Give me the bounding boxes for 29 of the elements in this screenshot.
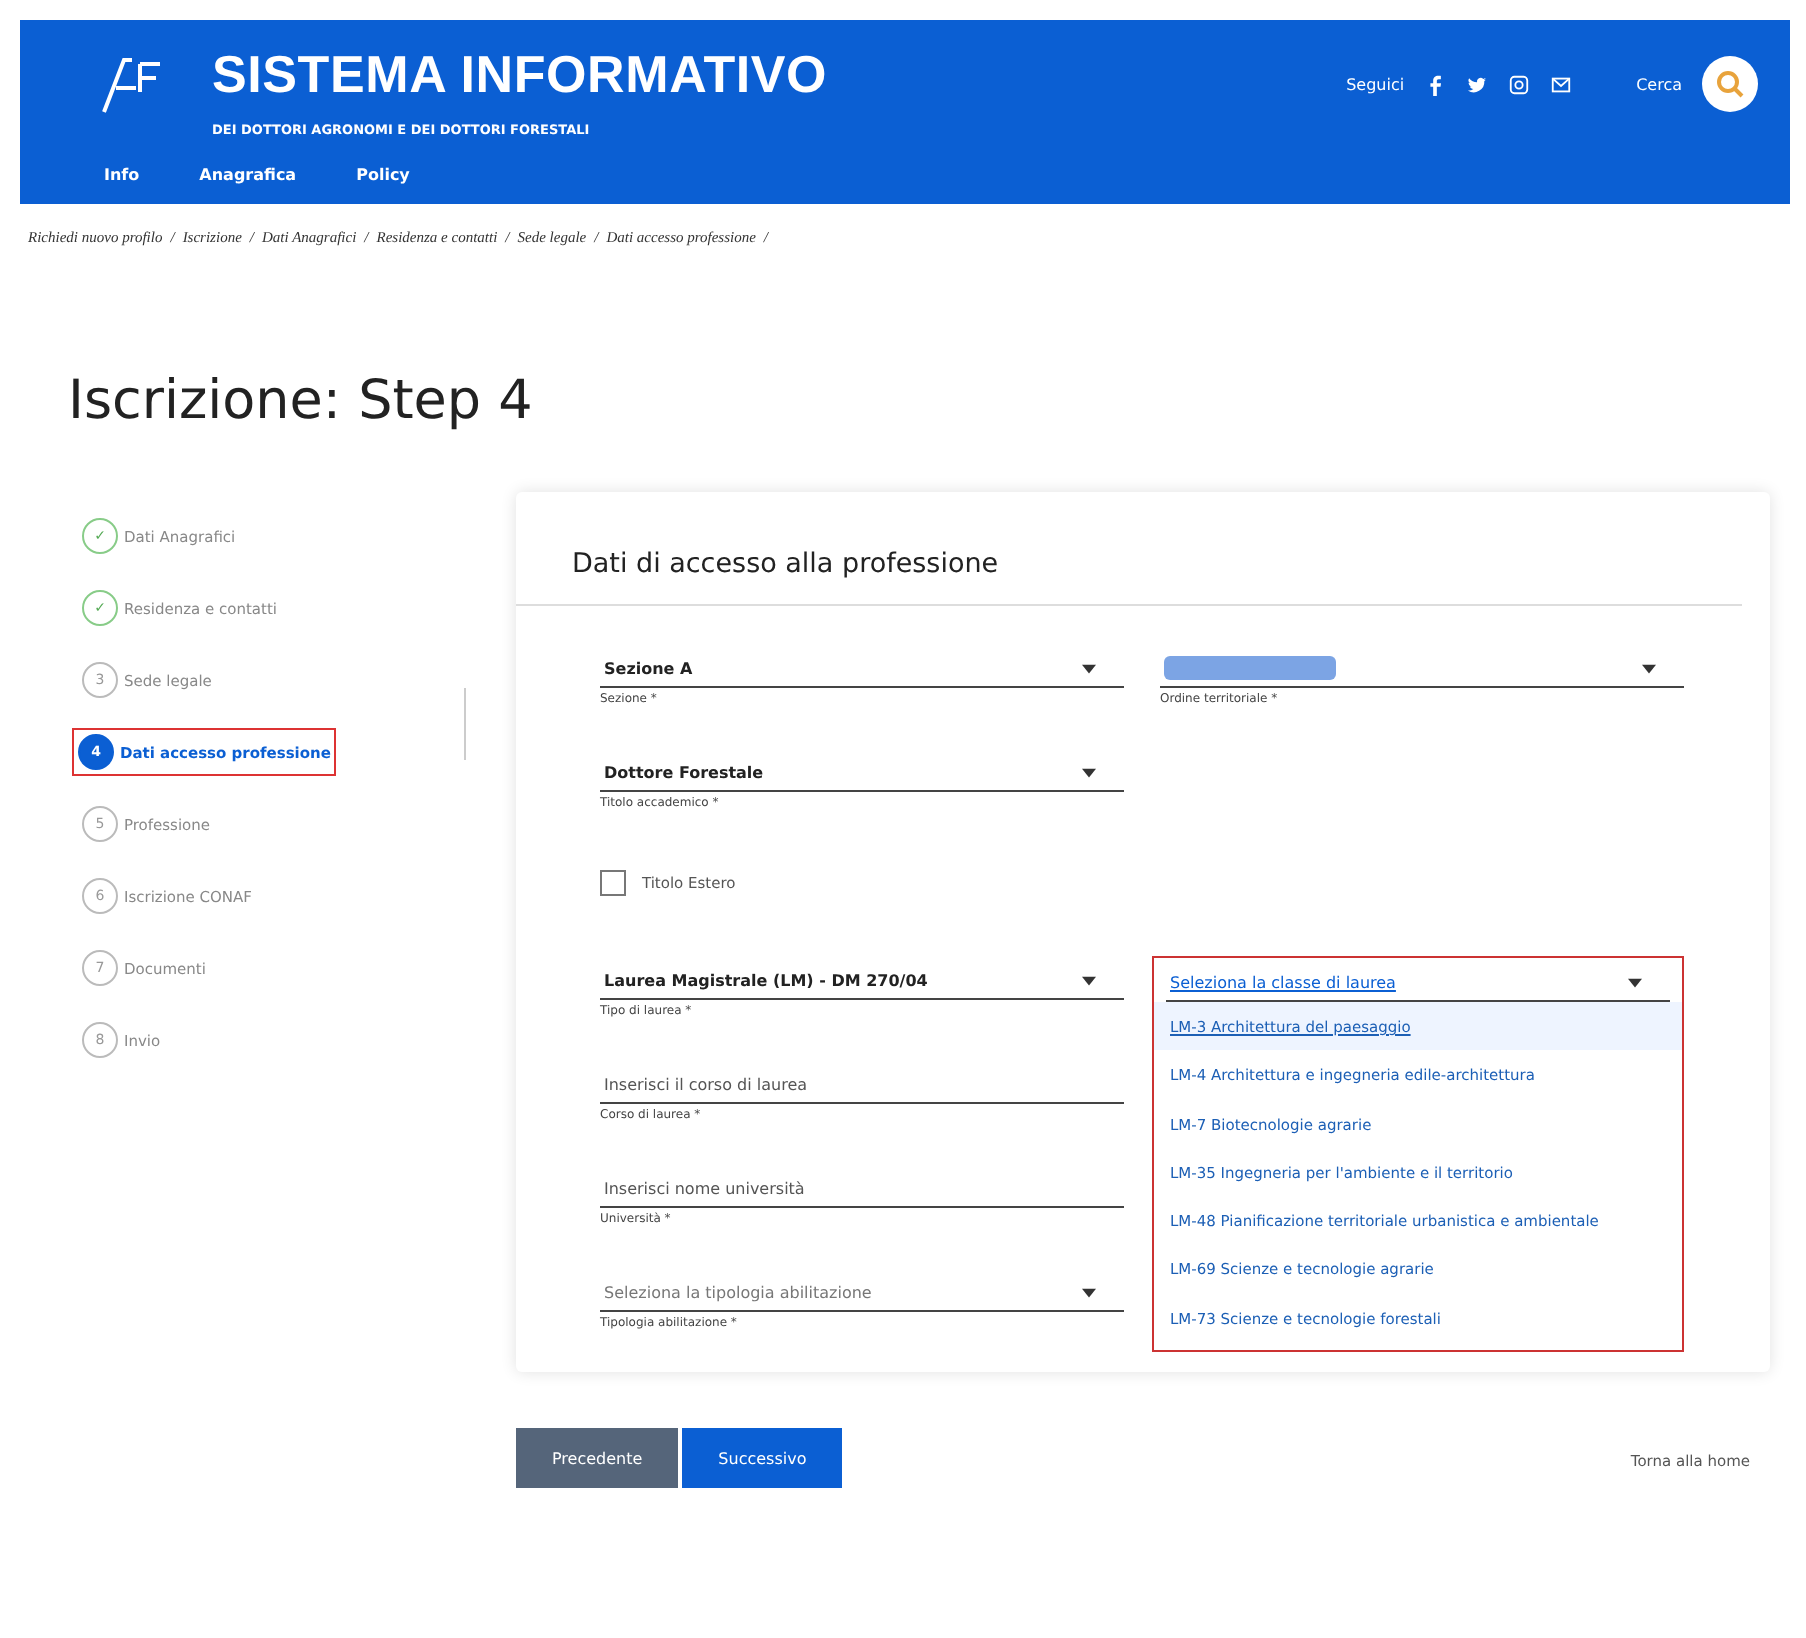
twitter-icon[interactable]	[1466, 73, 1489, 95]
input-field[interactable]: Inserisci il corso di laurea	[600, 1066, 1124, 1104]
caret-icon	[1082, 767, 1096, 777]
nav-link[interactable]: Policy	[356, 166, 410, 184]
caret-icon	[1082, 1287, 1096, 1297]
caret-icon	[1628, 977, 1642, 987]
select-field[interactable]: Sezione A	[600, 650, 1124, 688]
select-field[interactable]	[1160, 650, 1684, 688]
caret-icon	[1082, 975, 1096, 985]
input-field[interactable]: Inserisci nome università	[600, 1170, 1124, 1208]
nav-link[interactable]: Info	[104, 166, 140, 184]
next-button[interactable]: Successivo	[682, 1428, 843, 1488]
select-field[interactable]: Seleziona la tipologia abilitazione	[600, 1274, 1124, 1312]
select-field[interactable]: Dottore Forestale	[600, 754, 1124, 792]
caret-icon	[1642, 663, 1656, 673]
checkbox[interactable]	[600, 870, 626, 896]
mail-icon[interactable]	[1550, 73, 1573, 95]
select-field[interactable]: Laurea Magistrale (LM) - DM 270/04	[600, 962, 1124, 1000]
facebook-icon[interactable]	[1424, 73, 1447, 95]
back-button[interactable]: Precedente	[516, 1428, 679, 1488]
page-title: Iscrizione: Step 4	[68, 370, 535, 432]
search-label: Cerca	[1636, 75, 1682, 93]
instagram-icon[interactable]	[1508, 73, 1531, 95]
form-heading: Dati di accesso alla professione	[516, 548, 1742, 606]
nav-link[interactable]: Anagrafica	[199, 166, 297, 184]
caret-icon	[1082, 663, 1096, 673]
follow-label: Seguici	[1346, 75, 1405, 93]
search-icon[interactable]	[1702, 56, 1758, 112]
site-title: SISTEMA INFORMATIVO	[212, 44, 828, 106]
